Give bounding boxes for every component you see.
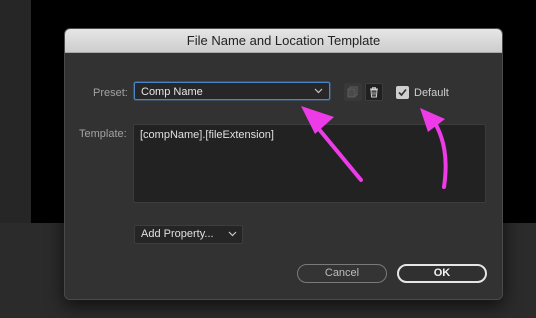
- trash-icon: [370, 87, 378, 98]
- add-property-label: Add Property...: [141, 228, 214, 240]
- preset-dropdown[interactable]: Comp Name: [134, 82, 330, 100]
- preset-label: Preset:: [93, 87, 128, 99]
- dialog-title: File Name and Location Template: [65, 29, 502, 53]
- cancel-button[interactable]: Cancel: [297, 264, 387, 283]
- preset-value: Comp Name: [141, 86, 203, 98]
- screen: File Name and Location Template Preset: …: [0, 0, 536, 318]
- chevron-down-icon: [314, 83, 323, 101]
- checkmark-icon: [398, 88, 407, 97]
- template-field[interactable]: [compName].[fileExtension]: [133, 124, 486, 203]
- add-property-dropdown[interactable]: Add Property...: [134, 225, 243, 244]
- default-checkbox[interactable]: [396, 86, 409, 99]
- file-name-template-dialog: File Name and Location Template Preset: …: [64, 28, 503, 300]
- duplicate-icon: [347, 86, 358, 98]
- delete-preset-button[interactable]: [365, 83, 383, 101]
- ok-button[interactable]: OK: [397, 264, 487, 283]
- chevron-down-icon: [228, 226, 237, 243]
- default-label: Default: [414, 87, 449, 99]
- template-label: Template:: [79, 128, 127, 140]
- template-value: [compName].[fileExtension]: [140, 129, 274, 141]
- duplicate-preset-button[interactable]: [344, 83, 362, 101]
